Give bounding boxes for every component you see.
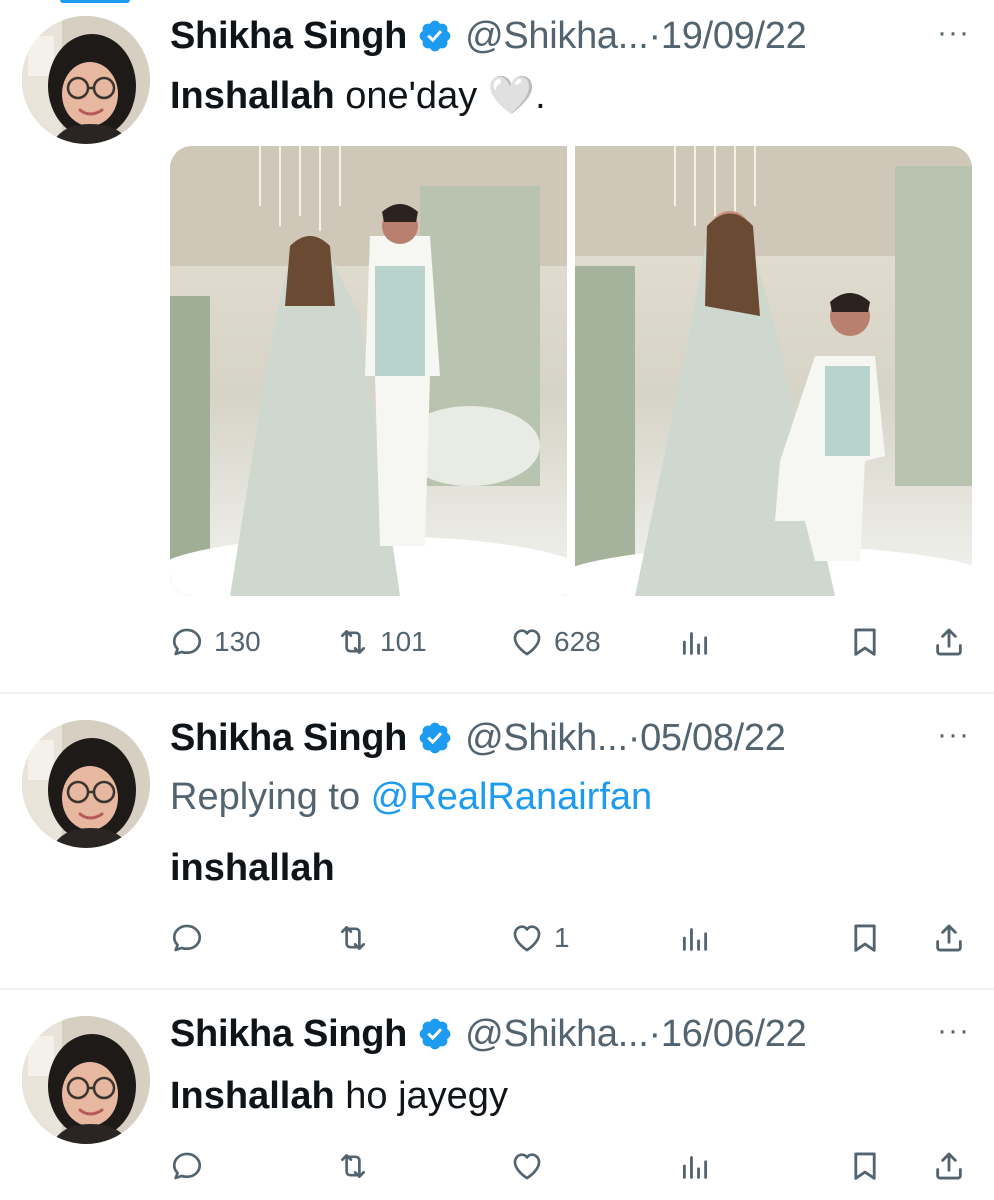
tweet-date: 16/06/22 [660,1012,807,1055]
media-photo-2[interactable] [575,146,972,596]
share-button[interactable] [932,916,966,960]
views-button[interactable] [678,916,712,960]
retweet-count: 101 [380,626,427,657]
more-dots-icon[interactable]: ··· [937,1014,970,1048]
reply-button[interactable]: 130 [170,620,261,664]
retweet-button[interactable]: 101 [336,620,427,664]
like-count: 628 [554,626,601,657]
author-name[interactable]: Shikha Singh [170,15,407,58]
reply-icon [170,625,204,659]
author-handle[interactable]: @Shikha...·19/09/22 [465,14,807,58]
views-bar-chart-icon [678,625,712,659]
views-bar-chart-icon [678,921,712,955]
heart-icon [510,625,544,659]
avatar[interactable] [22,16,150,144]
reply-icon [170,921,204,955]
author-handle[interactable]: @Shikha...·16/06/22 [465,1012,807,1056]
views-bar-chart-icon [678,1149,712,1183]
tweet-date: 19/09/22 [660,14,807,57]
share-icon [932,625,966,659]
author-handle[interactable]: @Shikh...·05/08/22 [465,717,786,760]
tweet-media[interactable] [170,146,972,596]
retweet-button[interactable] [336,1144,380,1188]
like-button[interactable]: 1 [510,916,570,960]
replying-to: Replying to @RealRanairfan [170,776,653,818]
bookmark-icon [848,1149,882,1183]
tweet-text: inshallah [170,847,335,889]
heart-icon [510,1149,544,1183]
avatar[interactable] [22,1016,150,1144]
verified-badge-icon [417,18,453,54]
media-photo-1[interactable] [170,146,567,596]
like-button[interactable]: 628 [510,620,601,664]
bookmark-button[interactable] [848,916,882,960]
verified-badge-icon [417,1016,453,1052]
tweet-actions: 130 101 628 [170,620,972,664]
more-dots-icon[interactable]: ··· [937,718,970,752]
tweet-header: Shikha Singh @Shikha...·19/09/22 ··· [170,12,970,60]
bookmark-icon [848,625,882,659]
author-name[interactable]: Shikha Singh [170,1013,407,1056]
tweet-3[interactable]: Shikha Singh @Shikha...·16/06/22 ··· Ins… [0,990,994,1200]
reply-icon [170,1149,204,1183]
avatar[interactable] [22,720,150,848]
retweet-icon [336,921,370,955]
author-name[interactable]: Shikha Singh [170,717,407,760]
more-dots-icon[interactable]: ··· [937,16,970,50]
tweet-text: Inshallah ho jayegy [170,1075,508,1117]
share-icon [932,1149,966,1183]
retweet-button[interactable] [336,916,380,960]
retweet-icon [336,1149,370,1183]
reply-button[interactable] [170,1144,214,1188]
like-count: 1 [554,922,570,953]
bookmark-button[interactable] [848,1144,882,1188]
views-button[interactable] [678,620,712,664]
share-button[interactable] [932,1144,966,1188]
reply-mention-link[interactable]: @RealRanairfan [371,776,653,818]
views-button[interactable] [678,1144,712,1188]
tweet-header: Shikha Singh @Shikh...·05/08/22 ··· [170,714,970,762]
verified-badge-icon [417,720,453,756]
tweet-actions [170,1144,972,1188]
tweet-actions: 1 [170,916,972,960]
like-button[interactable] [510,1144,554,1188]
tweet-1[interactable]: Shikha Singh @Shikha...·19/09/22 ··· Ins… [0,0,994,692]
reply-count: 130 [214,626,261,657]
reply-button[interactable] [170,916,214,960]
tweet-text: Inshallah one'day 🤍. [170,75,546,117]
share-icon [932,921,966,955]
bookmark-icon [848,921,882,955]
tweet-2[interactable]: Shikha Singh @Shikh...·05/08/22 ··· Repl… [0,694,994,988]
retweet-icon [336,625,370,659]
share-button[interactable] [932,620,966,664]
tweet-header: Shikha Singh @Shikha...·16/06/22 ··· [170,1010,970,1058]
tweet-date: 05/08/22 [640,716,786,759]
bookmark-button[interactable] [848,620,882,664]
heart-icon [510,921,544,955]
